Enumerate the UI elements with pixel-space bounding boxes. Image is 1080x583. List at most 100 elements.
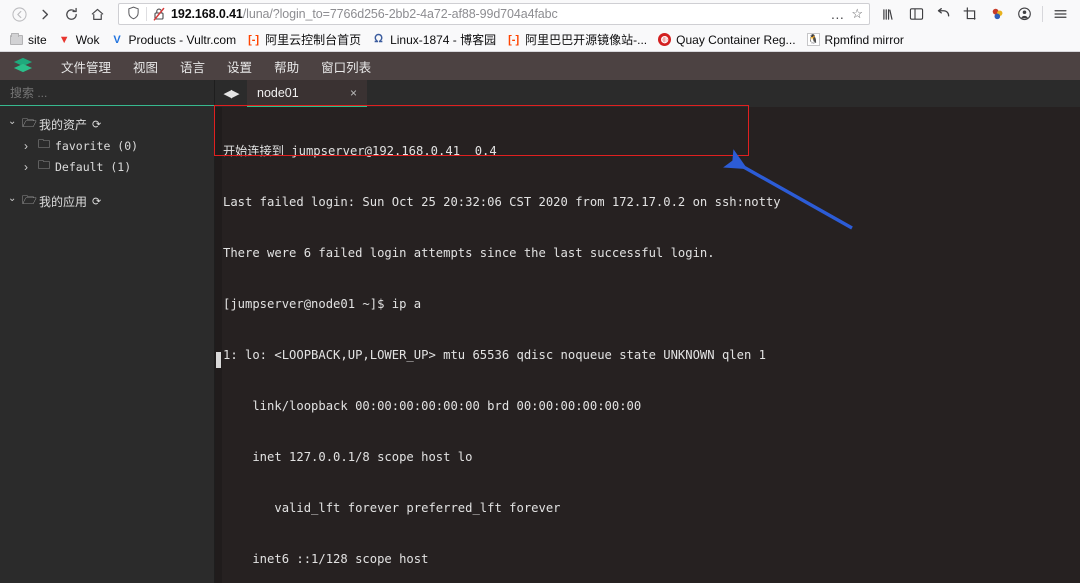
terminal-scrollbar[interactable]	[215, 107, 222, 583]
tree-item-label: 我的应用	[39, 195, 88, 209]
folder-icon	[9, 32, 24, 47]
app-menu-bar: 文件管理 视图 语言 设置 帮助 窗口列表	[0, 52, 1080, 80]
bookmark-item[interactable]: V Products - Vultr.com	[105, 31, 242, 49]
aliyun-icon: [-]	[508, 33, 520, 46]
bookmark-item[interactable]: [-] 阿里云控制台首页	[242, 29, 367, 50]
urlbar-divider	[146, 7, 147, 21]
terminal-line: link/loopback 00:00:00:00:00:00 brd 00:0…	[223, 399, 642, 413]
tab-label: node01	[257, 85, 299, 100]
chevron-down-icon[interactable]	[8, 119, 22, 130]
cnblogs-icon: ᘯ	[374, 33, 383, 45]
open-folder-icon: 🗁	[22, 193, 37, 207]
bookmark-label: Quay Container Reg...	[676, 32, 796, 47]
forward-button[interactable]	[32, 2, 58, 26]
bookmark-item[interactable]: [-] 阿里巴巴开源镜像站-...	[502, 29, 653, 50]
close-icon[interactable]: ×	[332, 86, 357, 100]
sidebar-search[interactable]	[0, 80, 214, 106]
menu-settings[interactable]: 设置	[216, 53, 263, 80]
menu-file-management[interactable]: 文件管理	[50, 53, 122, 80]
app-body: 🗁 我的资产 ⟳ 🗀 favorite (0) 🗀 Default (1) 🗁	[0, 80, 1080, 583]
bookmark-star-icon[interactable]: ☆	[851, 6, 865, 22]
tree-item-label: favorite (0)	[55, 138, 139, 153]
folder-icon: 🗀	[38, 158, 51, 172]
chevron-right-icon[interactable]	[24, 139, 38, 153]
sidebar: 🗁 我的资产 ⟳ 🗀 favorite (0) 🗀 Default (1) 🗁	[0, 80, 215, 583]
library-icon[interactable]	[876, 2, 903, 26]
terminal-line: inet6 ::1/128 scope host	[223, 552, 429, 566]
terminal-pane: ◀▶ node01 × 开始连接到 jumpserver@192.168.0.4…	[215, 80, 1080, 583]
url-path: /luna/?login_to=7766d256-2bb2-4a72-af88-…	[242, 7, 558, 21]
reload-button[interactable]	[58, 2, 84, 26]
pocket-icon[interactable]	[930, 2, 957, 26]
tree-item-label: 我的资产	[39, 118, 88, 132]
url-text[interactable]: 192.168.0.41/luna/?login_to=7766d256-2bb…	[168, 7, 824, 21]
open-folder-icon: 🗁	[22, 116, 37, 130]
bookmark-label: Rpmfind mirror	[824, 32, 904, 47]
menu-view[interactable]: 视图	[122, 53, 169, 80]
folder-icon: 🗀	[38, 137, 51, 151]
tree-item-default[interactable]: 🗀 Default (1)	[0, 156, 214, 177]
menu-language[interactable]: 语言	[169, 53, 216, 80]
home-button[interactable]	[84, 2, 110, 26]
chevron-down-icon[interactable]	[8, 196, 22, 207]
chevron-right-icon[interactable]	[24, 160, 38, 174]
tab-node01[interactable]: node01 ×	[247, 80, 367, 107]
terminal-line: Last failed login: Sun Oct 25 20:32:06 C…	[223, 195, 781, 209]
refresh-icon[interactable]: ⟳	[92, 118, 101, 131]
terminal-line: There were 6 failed login attempts since…	[223, 246, 715, 260]
bookmark-label: 阿里云控制台首页	[265, 33, 362, 47]
vultr-icon: V	[113, 33, 121, 46]
bookmark-label: site	[28, 32, 47, 47]
terminal-output[interactable]: 开始连接到 jumpserver@192.168.0.41 0.4 Last f…	[223, 107, 1080, 583]
terminal-line: valid_lft forever preferred_lft forever	[223, 501, 561, 515]
tab-scroll-buttons[interactable]: ◀▶	[215, 80, 247, 107]
account-icon[interactable]	[1011, 2, 1038, 26]
menu-icon[interactable]	[1047, 2, 1074, 26]
terminal-line: [jumpserver@node01 ~]$ ip a	[223, 297, 422, 311]
tab-bar: ◀▶ node01 ×	[215, 80, 1080, 107]
terminal-line: 开始连接到 jumpserver@192.168.0.41 0.4	[223, 144, 497, 158]
bookmarks-bar: site ▼ Wok V Products - Vultr.com [-] 阿里…	[0, 28, 1080, 52]
browser-navigation-bar: 192.168.0.41/luna/?login_to=7766d256-2bb…	[0, 0, 1080, 28]
wok-icon: ▼	[58, 33, 70, 46]
url-host: 192.168.0.41	[171, 7, 243, 21]
bookmark-item[interactable]: ◍ Quay Container Reg...	[653, 31, 801, 49]
terminal-line: inet 127.0.0.1/8 scope host lo	[223, 450, 473, 464]
bookmark-item[interactable]: 🐧 Rpmfind mirror	[802, 31, 910, 49]
quay-icon: ◍	[657, 33, 672, 47]
back-button[interactable]	[6, 2, 32, 26]
rpmfind-icon: 🐧	[806, 33, 820, 46]
menu-help[interactable]: 帮助	[263, 53, 310, 80]
bookmark-item[interactable]: site	[5, 31, 53, 49]
tree-item-my-apps[interactable]: 🗁 我的应用 ⟳	[0, 191, 214, 212]
bookmark-item[interactable]: ᘯ Linux-1874 - 博客园	[367, 29, 502, 50]
address-bar[interactable]: 192.168.0.41/luna/?login_to=7766d256-2bb…	[118, 3, 870, 25]
terminal-line: 1: lo: <LOOPBACK,UP,LOWER_UP> mtu 65536 …	[223, 348, 766, 362]
tree-item-my-assets[interactable]: 🗁 我的资产 ⟳	[0, 114, 214, 135]
browser-chrome: 192.168.0.41/luna/?login_to=7766d256-2bb…	[0, 0, 1080, 52]
bookmark-label: Wok	[75, 32, 100, 47]
page-actions-button[interactable]: …	[824, 6, 851, 22]
toolbar-divider	[1042, 6, 1043, 22]
refresh-icon[interactable]: ⟳	[92, 195, 101, 208]
bookmark-item[interactable]: ▼ Wok	[53, 31, 106, 49]
menu-window-list[interactable]: 窗口列表	[310, 53, 382, 80]
aliyun-icon: [-]	[248, 33, 260, 46]
extension-icon[interactable]	[984, 2, 1011, 26]
tracking-protection-icon[interactable]	[123, 6, 143, 23]
lock-slash-icon[interactable]	[150, 7, 168, 21]
tree-item-label: Default (1)	[55, 159, 132, 174]
tree-item-favorite[interactable]: 🗀 favorite (0)	[0, 135, 214, 156]
search-input[interactable]	[10, 85, 204, 100]
screenshot-icon[interactable]	[957, 2, 984, 26]
luna-app: 文件管理 视图 语言 设置 帮助 窗口列表 🗁 我的资产 ⟳ 🗀 fav	[0, 52, 1080, 583]
asset-tree: 🗁 我的资产 ⟳ 🗀 favorite (0) 🗀 Default (1) 🗁	[0, 106, 214, 220]
browser-toolbar-icons	[876, 2, 1074, 26]
sidebar-icon[interactable]	[903, 2, 930, 26]
jumpserver-logo-icon	[10, 56, 36, 76]
terminal-scrollbar-thumb[interactable]	[216, 352, 221, 368]
bookmark-label: Products - Vultr.com	[128, 32, 237, 47]
bookmark-label: 阿里巴巴开源镜像站-...	[525, 33, 648, 47]
terminal-viewport[interactable]: 开始连接到 jumpserver@192.168.0.41 0.4 Last f…	[215, 107, 1080, 583]
bookmark-label: Linux-1874 - 博客园	[390, 33, 497, 47]
